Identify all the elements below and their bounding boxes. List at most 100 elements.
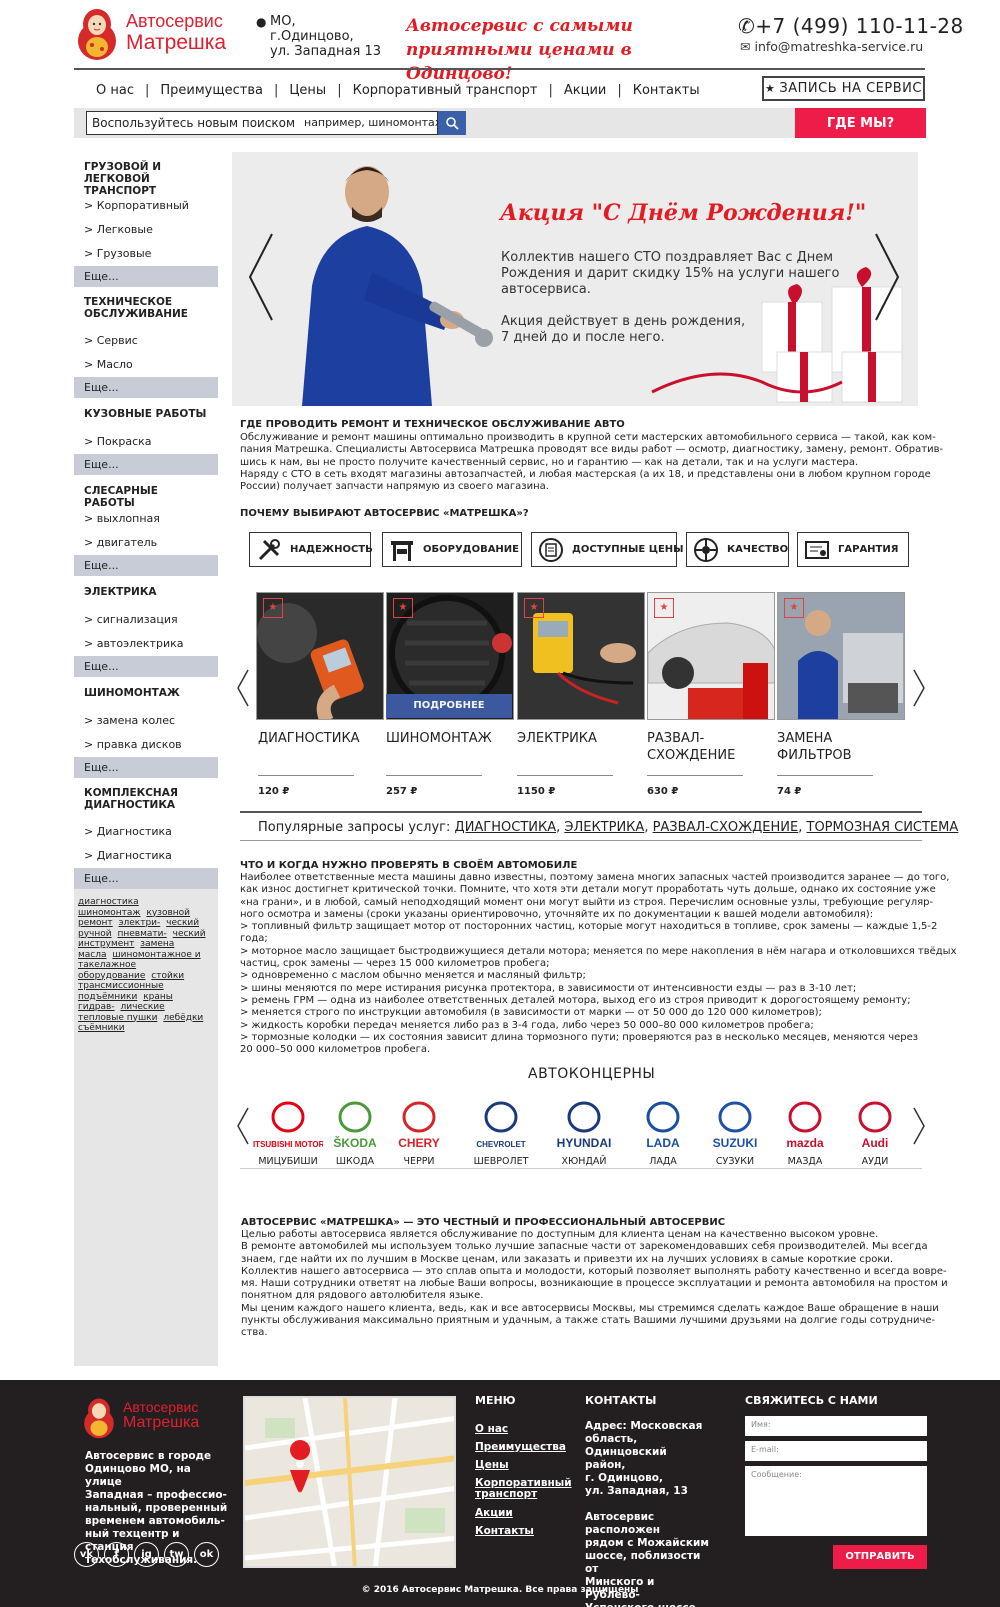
tag-link[interactable]: масла bbox=[78, 950, 107, 960]
footer-logo[interactable]: Автосервис Матрешка bbox=[81, 1397, 221, 1439]
tag-link[interactable]: лебёдки bbox=[163, 1013, 203, 1023]
tag-link[interactable]: подъёмники bbox=[78, 992, 137, 1002]
tag-link[interactable]: такелажное оборудование bbox=[78, 960, 145, 981]
brand-logo[interactable]: Audi bbox=[840, 1096, 910, 1154]
send-button[interactable]: ОТПРАВИТЬ bbox=[833, 1545, 927, 1569]
footer-menu-item[interactable]: Корпоративный транспорт bbox=[475, 1478, 572, 1500]
sidebar-item[interactable]: > Сервис bbox=[74, 329, 218, 353]
email-link[interactable]: info@matreshka-service.ru bbox=[754, 39, 923, 54]
nav-item-prices[interactable]: Цены bbox=[289, 83, 326, 98]
nav-item-contacts[interactable]: Контакты bbox=[633, 83, 700, 98]
sidebar-more-link[interactable]: Еще... bbox=[74, 656, 218, 677]
sidebar-more-link[interactable]: Еще... bbox=[74, 454, 218, 475]
sidebar-more-link[interactable]: Еще... bbox=[74, 555, 218, 576]
tag-link[interactable]: шиномонтажное и bbox=[112, 950, 200, 960]
brand-logo[interactable]: CHERY bbox=[384, 1096, 454, 1154]
footer-menu-item[interactable]: Акции bbox=[475, 1508, 565, 1519]
sidebar-item[interactable]: > двигатель bbox=[74, 531, 218, 555]
tag-link[interactable]: электри- bbox=[119, 918, 161, 928]
sidebar-item[interactable]: > правка дисков bbox=[74, 733, 218, 757]
tag-link[interactable]: диагностика bbox=[78, 897, 139, 907]
brands-next-arrow[interactable] bbox=[912, 1106, 926, 1146]
sidebar-item[interactable]: > Масло bbox=[74, 353, 218, 377]
benefit-prices[interactable]: ДОСТУПНЫЕ ЦЕНЫ bbox=[531, 532, 684, 567]
email-field[interactable]: E-mail: bbox=[745, 1441, 927, 1461]
brand-name[interactable]: АУДИ bbox=[835, 1156, 915, 1167]
brand-logo[interactable]: LADA bbox=[628, 1096, 698, 1154]
benefit-reliability[interactable]: НАДЕЖНОСТЬ bbox=[249, 532, 373, 567]
name-field[interactable]: Имя: bbox=[745, 1416, 927, 1436]
logo[interactable]: Автосервис Матрешка bbox=[74, 7, 244, 63]
sidebar-item[interactable]: > сигнализация bbox=[74, 608, 218, 632]
footer-menu-item[interactable]: Цены bbox=[475, 1460, 565, 1471]
more-details-button[interactable]: ПОДРОБНЕЕ bbox=[386, 694, 512, 718]
brand-name[interactable]: ХЮНДАЙ bbox=[544, 1156, 624, 1167]
footer-menu-item[interactable]: Контакты bbox=[475, 1526, 565, 1537]
tag-link[interactable]: шиномонтаж bbox=[78, 908, 141, 918]
brand-logo[interactable]: mazda bbox=[770, 1096, 840, 1154]
brand-name[interactable]: ШЕВРОЛЕТ bbox=[461, 1156, 541, 1167]
tag-link[interactable]: пневмати- bbox=[117, 929, 166, 939]
location-map[interactable] bbox=[243, 1396, 456, 1568]
sidebar-item[interactable]: > выхлопная bbox=[74, 507, 218, 531]
service-name[interactable]: РАЗВАЛ- СХОЖДЕНИЕ bbox=[647, 730, 735, 764]
services-next-arrow[interactable] bbox=[912, 668, 926, 708]
nav-item-promotions[interactable]: Акции bbox=[564, 83, 607, 98]
brand-logo[interactable]: HYUNDAI bbox=[549, 1096, 619, 1154]
brand-name[interactable]: СУЗУКИ bbox=[695, 1156, 775, 1167]
services-prev-arrow[interactable] bbox=[236, 668, 250, 708]
sidebar-item[interactable]: > Покраска bbox=[74, 430, 218, 454]
service-name[interactable]: ЭЛЕКТРИКА bbox=[517, 730, 597, 747]
sidebar-item[interactable]: > автоэлектрика bbox=[74, 632, 218, 656]
nav-item-corporate[interactable]: Корпоративный транспорт bbox=[353, 83, 538, 98]
sidebar-more-link[interactable]: Еще... bbox=[74, 868, 218, 889]
sidebar-more-link[interactable]: Еще... bbox=[74, 757, 218, 778]
brand-logo[interactable]: ŠKODA bbox=[320, 1096, 390, 1154]
header-email[interactable]: ✉ info@matreshka-service.ru bbox=[740, 39, 923, 54]
where-are-we-button[interactable]: ГДЕ МЫ? bbox=[795, 108, 926, 138]
banner-prev-arrow[interactable] bbox=[246, 232, 276, 322]
benefit-quality[interactable]: КАЧЕСТВО bbox=[686, 532, 789, 567]
sidebar-item[interactable]: > Грузовые bbox=[74, 242, 218, 266]
brand-logo[interactable]: SUZUKI bbox=[700, 1096, 770, 1154]
brand-name[interactable]: МАЗДА bbox=[765, 1156, 845, 1167]
brand-logo[interactable]: MITSUBISHI MOTORS bbox=[253, 1096, 323, 1154]
tag-link[interactable]: съёмники bbox=[78, 1023, 125, 1033]
brands-prev-arrow[interactable] bbox=[236, 1106, 250, 1146]
sidebar-item[interactable]: > Легковые bbox=[74, 218, 218, 242]
service-card-filters[interactable]: ★ bbox=[777, 592, 905, 720]
instagram-icon[interactable]: ig bbox=[134, 1542, 159, 1567]
popular-link[interactable]: ЭЛЕКТРИКА bbox=[564, 820, 644, 835]
popular-link[interactable]: РАЗВАЛ-СХОЖДЕНИЕ bbox=[653, 820, 799, 835]
sidebar-item[interactable]: > замена колес bbox=[74, 709, 218, 733]
benefit-equipment[interactable]: ОБОРУДОВАНИЕ bbox=[382, 532, 522, 567]
vk-icon[interactable]: vk bbox=[74, 1542, 99, 1567]
message-field[interactable]: Сообщение: bbox=[745, 1466, 927, 1536]
service-card-electrics[interactable]: ★ bbox=[517, 592, 645, 720]
footer-menu-item[interactable]: Преимущества bbox=[475, 1442, 566, 1453]
brand-logo[interactable]: CHEVROLET bbox=[466, 1096, 536, 1154]
popular-link[interactable]: ДИАГНОСТИКА bbox=[455, 820, 557, 835]
search-input[interactable]: Воспользуйтесь новым поиском например, ш… bbox=[86, 111, 445, 135]
footer-menu-item[interactable]: О нас bbox=[475, 1424, 565, 1435]
service-name[interactable]: ЗАМЕНА ФИЛЬТРОВ bbox=[777, 730, 852, 764]
sidebar-item[interactable]: > Диагностика электрики bbox=[74, 844, 218, 886]
facebook-icon[interactable]: f bbox=[104, 1542, 129, 1567]
brand-name[interactable]: ЛАДА bbox=[623, 1156, 703, 1167]
banner-next-arrow[interactable] bbox=[872, 232, 902, 322]
nav-item-benefits[interactable]: Преимущества bbox=[160, 83, 263, 98]
benefit-warranty[interactable]: ГАРАНТИЯ bbox=[797, 532, 909, 567]
popular-link[interactable]: ТОРМОЗНАЯ СИСТЕМА bbox=[807, 820, 959, 835]
nav-item-about[interactable]: О нас bbox=[96, 83, 134, 98]
sidebar-more-link[interactable]: Еще... bbox=[74, 266, 218, 287]
book-service-button[interactable]: ★ ЗАПИСЬ НА СЕРВИС bbox=[762, 76, 925, 101]
tag-link[interactable]: замена bbox=[140, 939, 174, 949]
header-phone[interactable]: ✆+7 (499) 110-11-28 bbox=[738, 14, 964, 38]
odnoklassniki-icon[interactable]: ok bbox=[194, 1542, 219, 1567]
search-button[interactable] bbox=[438, 111, 466, 135]
phone-number[interactable]: +7 (499) 110-11-28 bbox=[755, 14, 963, 38]
sidebar-more-link[interactable]: Еще... bbox=[74, 377, 218, 398]
service-name[interactable]: ДИАГНОСТИКА bbox=[258, 730, 360, 747]
service-card-alignment[interactable]: ★ bbox=[647, 592, 775, 720]
twitter-icon[interactable]: tw bbox=[164, 1542, 189, 1567]
